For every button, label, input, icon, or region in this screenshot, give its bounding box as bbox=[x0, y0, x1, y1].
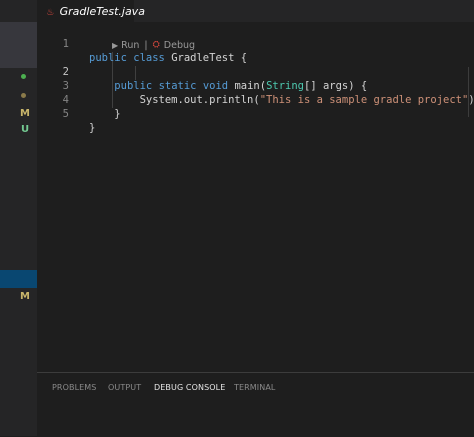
git-status-dot bbox=[21, 93, 26, 98]
selected-explorer-item[interactable] bbox=[0, 270, 37, 288]
git-untracked-badge: U bbox=[21, 124, 30, 135]
code-text: } bbox=[89, 121, 95, 135]
bottom-panel: PROBLEMS OUTPUT DEBUG CONSOLE TERMINAL bbox=[37, 372, 474, 437]
code-token: } bbox=[89, 108, 121, 120]
tab-terminal[interactable]: TERMINAL bbox=[234, 383, 275, 392]
run-codelens[interactable]: ▶ Run bbox=[112, 40, 139, 51]
debug-label: Debug bbox=[163, 39, 196, 51]
bug-icon: ⛭ bbox=[152, 40, 160, 50]
tab-output[interactable]: OUTPUT bbox=[108, 383, 141, 392]
codelens-separator: | bbox=[144, 39, 148, 51]
code-line: 5 } bbox=[37, 93, 474, 134]
code-token: } bbox=[89, 122, 96, 134]
editor-tab[interactable]: ♨ GradleTest.java bbox=[37, 0, 145, 22]
java-file-icon: ♨ bbox=[47, 4, 54, 18]
tab-filename: GradleTest.java bbox=[59, 4, 145, 18]
tab-debug-console[interactable]: DEBUG CONSOLE bbox=[154, 383, 225, 392]
codelens: ▶ Run | ⛭ Debug bbox=[112, 39, 195, 51]
code-line: 3 System.out.println("This is a sample g… bbox=[37, 65, 474, 106]
code-line: 2 public static void main(String[] args)… bbox=[37, 51, 474, 92]
explorer-header-block[interactable] bbox=[0, 22, 37, 68]
explorer-sidebar: M U M bbox=[0, 0, 37, 436]
run-label: Run bbox=[121, 39, 140, 51]
git-modified-badge: M bbox=[20, 108, 30, 119]
line-number: 1 bbox=[62, 38, 69, 50]
git-status-dot bbox=[21, 74, 26, 79]
play-icon: ▶ bbox=[112, 40, 119, 50]
editor-tab-bar: ♨ GradleTest.java bbox=[37, 0, 474, 22]
line-number: 5 bbox=[62, 108, 69, 120]
code-line: 1 public class GradleTest { bbox=[37, 23, 474, 64]
code-line: 4 } bbox=[37, 79, 474, 120]
tab-problems[interactable]: PROBLEMS bbox=[52, 383, 96, 392]
code-editor[interactable]: 1 public class GradleTest { ▶ Run | ⛭ De… bbox=[37, 22, 474, 372]
debug-codelens[interactable]: ⛭ Debug bbox=[153, 40, 195, 51]
code-text: } bbox=[89, 107, 121, 121]
git-modified-badge: M bbox=[20, 291, 30, 302]
